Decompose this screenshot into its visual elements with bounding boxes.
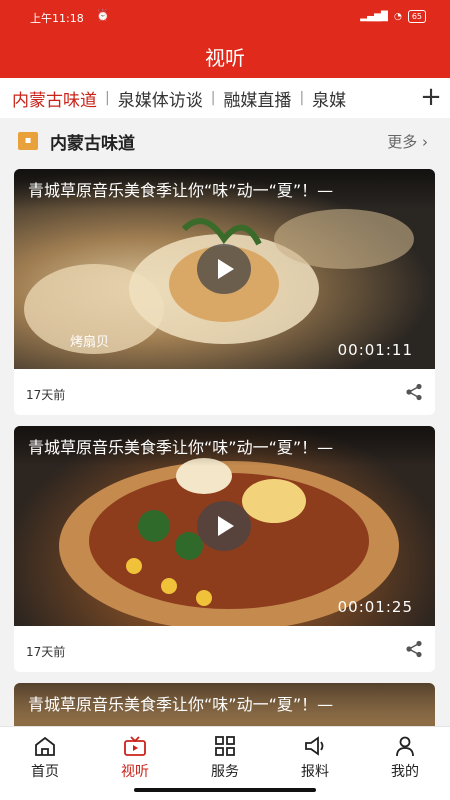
megaphone-icon: [305, 736, 324, 756]
tab-live[interactable]: 融媒直播: [215, 86, 299, 111]
alarm-icon: ⏰: [96, 9, 110, 22]
status-indicators: ▂▄▆█ ◔ 65: [360, 10, 426, 23]
app-header: 上午11:18 ⏰ ▂▄▆█ ◔ 65 视听: [0, 0, 450, 78]
home-icon: [35, 736, 55, 756]
page-title: 视听: [205, 46, 245, 70]
tabbar-label: 首页: [31, 764, 59, 780]
video-title: 青城草原音乐美食季让你“味”动一“夏”！—: [14, 169, 435, 209]
home-indicator: [134, 788, 316, 792]
video-caption: 烤扇贝: [70, 335, 110, 350]
tabbar-label: 视听: [121, 764, 149, 780]
tab-quanmei[interactable]: 泉媒: [304, 86, 354, 111]
video-thumbnail[interactable]: 青城草原音乐美食季让你“味”动一“夏”！—: [14, 683, 435, 726]
signal-icon: ▂▄▆█: [360, 11, 388, 22]
card-footer: 17天前: [14, 626, 435, 672]
add-tab-button[interactable]: +: [412, 78, 450, 118]
video-card[interactable]: 青城草原音乐美食季让你“味”动一“夏”！— 烤扇贝 00:01:11 17天前: [14, 169, 435, 415]
category-tabs: 内蒙古味道 | 泉媒体访谈 | 融媒直播 | 泉媒 +: [0, 78, 450, 118]
video-card[interactable]: 青城草原音乐美食季让你“味”动一“夏”！— 00:01:25 17天前: [14, 426, 435, 672]
section-header: ▪ 内蒙古味道 更多 ›: [0, 118, 450, 164]
chevron-right-icon: ›: [422, 132, 428, 151]
more-link[interactable]: 更多 ›: [387, 131, 428, 152]
tab-inner-mongolia-taste[interactable]: 内蒙古味道: [0, 86, 105, 111]
play-button[interactable]: [197, 244, 251, 294]
video-title: 青城草原音乐美食季让你“味”动一“夏”！—: [14, 683, 435, 723]
wifi-icon: ◔: [393, 11, 402, 22]
tv-icon: [124, 736, 146, 756]
video-duration: 00:01:25: [337, 598, 413, 616]
section-title: 内蒙古味道: [50, 133, 135, 154]
video-thumbnail[interactable]: 青城草原音乐美食季让你“味”动一“夏”！— 烤扇贝 00:01:11: [14, 169, 435, 369]
tabbar-home[interactable]: 首页: [0, 727, 90, 800]
user-icon: [396, 736, 414, 757]
video-card[interactable]: 青城草原音乐美食季让你“味”动一“夏”！—: [14, 683, 435, 726]
video-title: 青城草原音乐美食季让你“味”动一“夏”！—: [14, 426, 435, 466]
status-bar: 上午11:18 ⏰ ▂▄▆█ ◔ 65: [0, 0, 450, 34]
more-label: 更多: [387, 132, 418, 151]
card-footer: 17天前: [14, 369, 435, 415]
publish-age: 17天前: [26, 388, 66, 402]
status-time: 上午11:18: [30, 12, 84, 25]
share-icon[interactable]: [405, 640, 423, 658]
play-button[interactable]: [197, 501, 251, 551]
section-logo-icon: ▪: [18, 132, 38, 150]
video-thumbnail[interactable]: 青城草原音乐美食季让你“味”动一“夏”！— 00:01:25: [14, 426, 435, 626]
video-duration: 00:01:11: [337, 341, 413, 359]
tab-media-interview[interactable]: 泉媒体访谈: [110, 86, 211, 111]
grid-icon: [215, 736, 235, 756]
publish-age: 17天前: [26, 645, 66, 659]
tabbar-label: 我的: [391, 764, 419, 780]
battery-icon: 65: [407, 10, 426, 23]
tabbar-mine[interactable]: 我的: [360, 727, 450, 800]
tabbar-label: 报料: [301, 764, 329, 780]
tabbar-label: 服务: [211, 764, 239, 780]
share-icon[interactable]: [405, 383, 423, 401]
